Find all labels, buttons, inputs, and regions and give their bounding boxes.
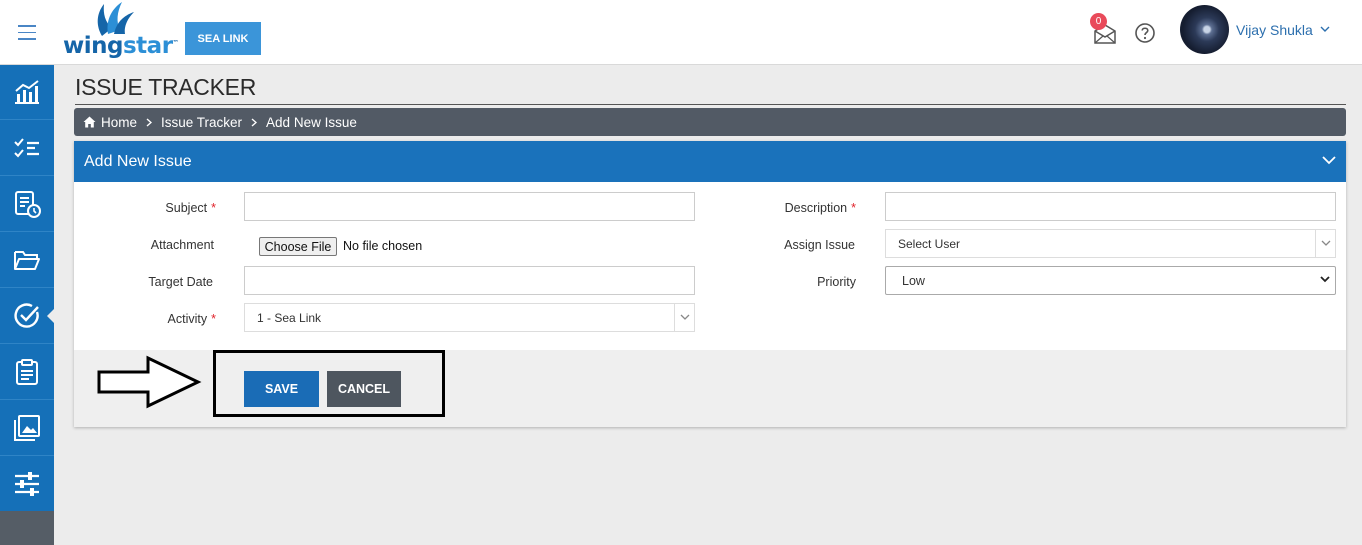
subject-input[interactable] (244, 192, 695, 221)
logo-star-text: star (122, 33, 173, 59)
attachment-label: Attachment (150, 238, 214, 252)
breadcrumb-current: Add New Issue (266, 114, 357, 130)
hamburger-menu-icon[interactable] (0, 0, 54, 65)
logo-wordmark: wingstar™ (63, 33, 179, 59)
subject-label-text: Subject (165, 201, 208, 215)
sidebar-item-dashboard[interactable] (0, 65, 54, 120)
sidebar-item-gallery[interactable] (0, 401, 54, 456)
sidebar-item-documents[interactable] (0, 233, 54, 288)
user-avatar[interactable] (1180, 5, 1229, 54)
required-asterisk: * (211, 201, 216, 215)
breadcrumb: Home Issue Tracker Add New Issue (74, 108, 1346, 136)
assign-selected-value: Select User (898, 236, 961, 251)
sidebar (0, 65, 54, 545)
form-actions-bar: SAVE CANCEL (74, 350, 1346, 427)
sliders-icon (15, 472, 39, 496)
gallery-icon (14, 415, 40, 441)
required-asterisk: * (851, 201, 856, 215)
description-label: Description * (734, 201, 856, 215)
mail-count-badge: 0 (1090, 13, 1107, 30)
add-issue-panel: Add New Issue Subject * Attachment Choose… (74, 141, 1346, 427)
subject-label: Subject * (114, 201, 216, 215)
sidebar-item-tasks[interactable] (0, 121, 54, 176)
user-name[interactable]: Vijay Shukla (1236, 22, 1313, 38)
assign-issue-label: Assign Issue (784, 238, 855, 252)
priority-select[interactable]: Low (885, 266, 1336, 295)
report-clock-icon (15, 191, 41, 218)
chart-icon (15, 80, 39, 104)
file-status-text: No file chosen (343, 239, 423, 253)
wingstar-logo[interactable]: wingstar™ (62, 0, 179, 64)
chevron-down-icon[interactable] (1320, 25, 1330, 33)
collapse-chevron-icon[interactable] (1322, 155, 1336, 165)
sidebar-item-issue-tracker[interactable] (0, 289, 54, 344)
chevron-down-icon (674, 304, 694, 331)
checklist-icon (14, 138, 39, 158)
chevron-right-icon (251, 117, 258, 127)
sidebar-item-reports[interactable] (0, 177, 54, 232)
chevron-right-icon (146, 117, 153, 127)
description-input[interactable] (885, 192, 1336, 221)
panel-header[interactable]: Add New Issue (74, 141, 1346, 182)
cancel-button[interactable]: CANCEL (327, 371, 401, 407)
target-date-input[interactable] (244, 266, 695, 295)
activity-selected-value: 1 - Sea Link (257, 310, 322, 325)
top-header: wingstar™ SEA LINK 0 Vijay Shukla (0, 0, 1362, 65)
activity-label: Activity * (114, 312, 216, 326)
sidebar-footer (0, 511, 54, 545)
chevron-down-icon (1320, 276, 1330, 283)
help-icon[interactable] (1134, 22, 1156, 44)
save-button[interactable]: SAVE (244, 371, 319, 407)
clipboard-icon (16, 359, 38, 385)
title-divider (75, 104, 1346, 105)
logo-wing-text: wing (63, 33, 123, 59)
assign-user-select[interactable]: Select User (885, 229, 1336, 258)
activity-label-text: Activity (167, 312, 208, 326)
folder-open-icon (14, 251, 40, 270)
arrow-right-annotation-icon (97, 355, 202, 409)
sidebar-item-settings[interactable] (0, 457, 54, 512)
activity-select[interactable]: 1 - Sea Link (244, 303, 695, 332)
priority-label: Priority (817, 275, 856, 289)
project-sea-link-button[interactable]: SEA LINK (185, 22, 261, 55)
check-circle-icon (14, 303, 39, 328)
chevron-down-icon (1315, 230, 1335, 257)
home-icon[interactable] (83, 116, 96, 128)
breadcrumb-issue-tracker[interactable]: Issue Tracker (161, 115, 242, 130)
sidebar-item-clipboard[interactable] (0, 345, 54, 400)
panel-title: Add New Issue (84, 152, 192, 170)
page-title: ISSUE TRACKER (75, 74, 256, 100)
description-label-text: Description (784, 201, 848, 215)
choose-file-button[interactable]: Choose File (259, 237, 337, 256)
logo-trademark: ™ (172, 39, 179, 47)
priority-selected-value: Low (902, 273, 925, 288)
breadcrumb-home[interactable]: Home (101, 115, 137, 130)
target-date-label: Target Date (148, 275, 213, 289)
required-asterisk: * (211, 312, 216, 326)
